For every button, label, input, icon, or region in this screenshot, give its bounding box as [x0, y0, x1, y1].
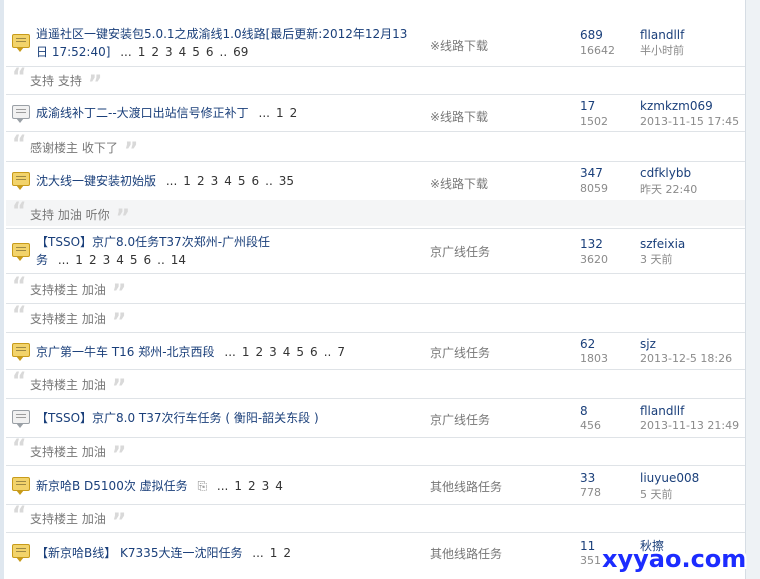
- reply-count: 33: [580, 471, 596, 485]
- latest-reply-preview: “支持楼主 加油”: [12, 303, 127, 336]
- forum-label[interactable]: 京广线任务: [430, 411, 490, 428]
- topic-old-icon: [12, 410, 30, 428]
- view-count: 456: [580, 419, 601, 432]
- forum-label[interactable]: 其他线路任务: [430, 545, 502, 562]
- thread-row[interactable]: 成渝线补丁二--大渡口出站信号修正补丁 ... 1 2 ※线路下载 17 1502 …: [6, 95, 746, 132]
- reply-count: 132: [580, 237, 603, 251]
- thread-title[interactable]: 逍遥社区一键安装包5.0.1之成渝线1.0线路[最后更新:2012年12月13 …: [36, 25, 416, 61]
- latest-reply-preview: “感谢楼主 收下了”: [12, 132, 139, 165]
- latest-reply-preview: “支持 加油 听你”: [6, 200, 746, 231]
- last-post-time: 昨天 22:40: [640, 183, 698, 196]
- thread-title[interactable]: 沈大线一键安装初始版 ... 1 2 3 4 5 6.. 35: [36, 172, 416, 190]
- latest-reply-preview: “支持楼主 加油”: [12, 503, 127, 536]
- last-poster[interactable]: fllandllf: [640, 404, 684, 418]
- thread-row[interactable]: 京广第一牛车 T16 郑州-北京西段 ... 1 2 3 4 5 6.. 7 京广线任务 62…: [6, 333, 746, 370]
- thread-title[interactable]: 新京哈B D5100次 虚拟任务 ⎘ ... 1 2 3 4: [36, 477, 416, 495]
- last-post-time: 半小时前: [640, 44, 684, 57]
- view-count: 3620: [580, 253, 608, 266]
- page-links[interactable]: ... 1 2 3 4 5 6.. 69: [114, 45, 248, 59]
- latest-reply-preview: “支持楼主 加油”: [12, 436, 127, 469]
- last-post-time: 2013-11-13 21:49: [640, 419, 740, 432]
- forum-label[interactable]: ※线路下载: [430, 108, 488, 125]
- page-links[interactable]: ... 1 2 3 4 5 6.. 35: [160, 174, 294, 188]
- page-links[interactable]: ... 1 2 3 4 5 6.. 7: [218, 345, 345, 359]
- topic-new-icon: [12, 243, 30, 261]
- thread-row[interactable]: 沈大线一键安装初始版 ... 1 2 3 4 5 6.. 35 ※线路下载 347 8059 …: [6, 162, 746, 201]
- topic-new-icon: [12, 544, 30, 562]
- thread-row[interactable]: 逍遥社区一键安装包5.0.1之成渝线1.0线路[最后更新:2012年12月13 …: [6, 20, 746, 67]
- page-links[interactable]: ... 1 2: [246, 546, 291, 560]
- reply-count: 11: [580, 539, 596, 553]
- topic-new-icon: [12, 34, 30, 52]
- site-watermark: xyyao.com: [602, 545, 747, 573]
- thread-title[interactable]: 成渝线补丁二--大渡口出站信号修正补丁 ... 1 2: [36, 104, 416, 122]
- view-count: 16642: [580, 44, 615, 57]
- reply-count: 8: [580, 404, 588, 418]
- reply-count: 689: [580, 28, 603, 42]
- topic-new-icon: [12, 343, 30, 361]
- thread-row[interactable]: 【TSSO】京广8.0 T37次行车任务 ( 衡阳-韶关东段 ) 京广线任务 8…: [6, 399, 746, 438]
- forum-label[interactable]: 其他线路任务: [430, 478, 502, 495]
- reply-count: 17: [580, 99, 596, 113]
- last-poster[interactable]: sjz: [640, 337, 656, 351]
- thread-title[interactable]: 【TSSO】京广8.0 T37次行车任务 ( 衡阳-韶关东段 ): [36, 409, 416, 427]
- view-count: 778: [580, 486, 601, 499]
- topic-new-icon: [12, 172, 30, 190]
- last-post-time: 2013-11-15 17:45: [640, 115, 740, 128]
- page-links[interactable]: ... 1 2 3 4 5 6.. 14: [52, 253, 186, 267]
- last-post-time: 3 天前: [640, 253, 673, 266]
- last-poster[interactable]: fllandllf: [640, 28, 684, 42]
- last-post-time: 2013-12-5 18:26: [640, 352, 733, 365]
- window-frame-left: [0, 0, 4, 579]
- page-links[interactable]: ... 1 2: [253, 106, 298, 120]
- view-count: 351: [580, 554, 601, 567]
- last-poster[interactable]: szfeixia: [640, 237, 685, 251]
- previous-row-cutoff: [6, 0, 746, 21]
- latest-reply-preview: “支持楼主 加油”: [12, 274, 127, 307]
- scrollbar-track[interactable]: [745, 0, 760, 579]
- last-post-time: 5 天前: [640, 488, 673, 501]
- topic-old-icon: [12, 105, 30, 123]
- latest-reply-preview: “支持楼主 加油”: [12, 369, 127, 402]
- thread-title[interactable]: 京广第一牛车 T16 郑州-北京西段 ... 1 2 3 4 5 6.. 7: [36, 343, 416, 361]
- view-count: 8059: [580, 182, 608, 195]
- topic-new-icon: [12, 477, 30, 495]
- forum-label[interactable]: 京广线任务: [430, 243, 490, 260]
- reply-count: 347: [580, 166, 603, 180]
- thread-row[interactable]: 新京哈B D5100次 虚拟任务 ⎘ ... 1 2 3 4 其他线路任务 33 778…: [6, 466, 746, 505]
- page-links[interactable]: ... 1 2 3 4: [211, 479, 283, 493]
- thread-row[interactable]: 【TSSO】京广8.0任务T37次郑州-广州段任 务 ... 1 2 3 4 5 6.. 14…: [6, 229, 746, 274]
- thread-title[interactable]: 【新京哈B线】 K7335大连一沈阳任务 ... 1 2: [36, 544, 416, 562]
- thread-title[interactable]: 【TSSO】京广8.0任务T37次郑州-广州段任 务 ... 1 2 3 4 5 6.. 14: [36, 233, 416, 269]
- reply-count: 62: [580, 337, 596, 351]
- forum-label[interactable]: ※线路下载: [430, 175, 488, 192]
- view-count: 1803: [580, 352, 608, 365]
- last-poster[interactable]: cdfklybb: [640, 166, 691, 180]
- last-poster[interactable]: liuyue008: [640, 471, 699, 485]
- view-count: 1502: [580, 115, 608, 128]
- forum-label[interactable]: 京广线任务: [430, 344, 490, 361]
- last-poster[interactable]: kzmkzm069: [640, 99, 713, 113]
- forum-label[interactable]: ※线路下载: [430, 37, 488, 54]
- attachment-icon: ⎘: [197, 479, 208, 493]
- latest-reply-preview: “支持 支持”: [12, 65, 103, 98]
